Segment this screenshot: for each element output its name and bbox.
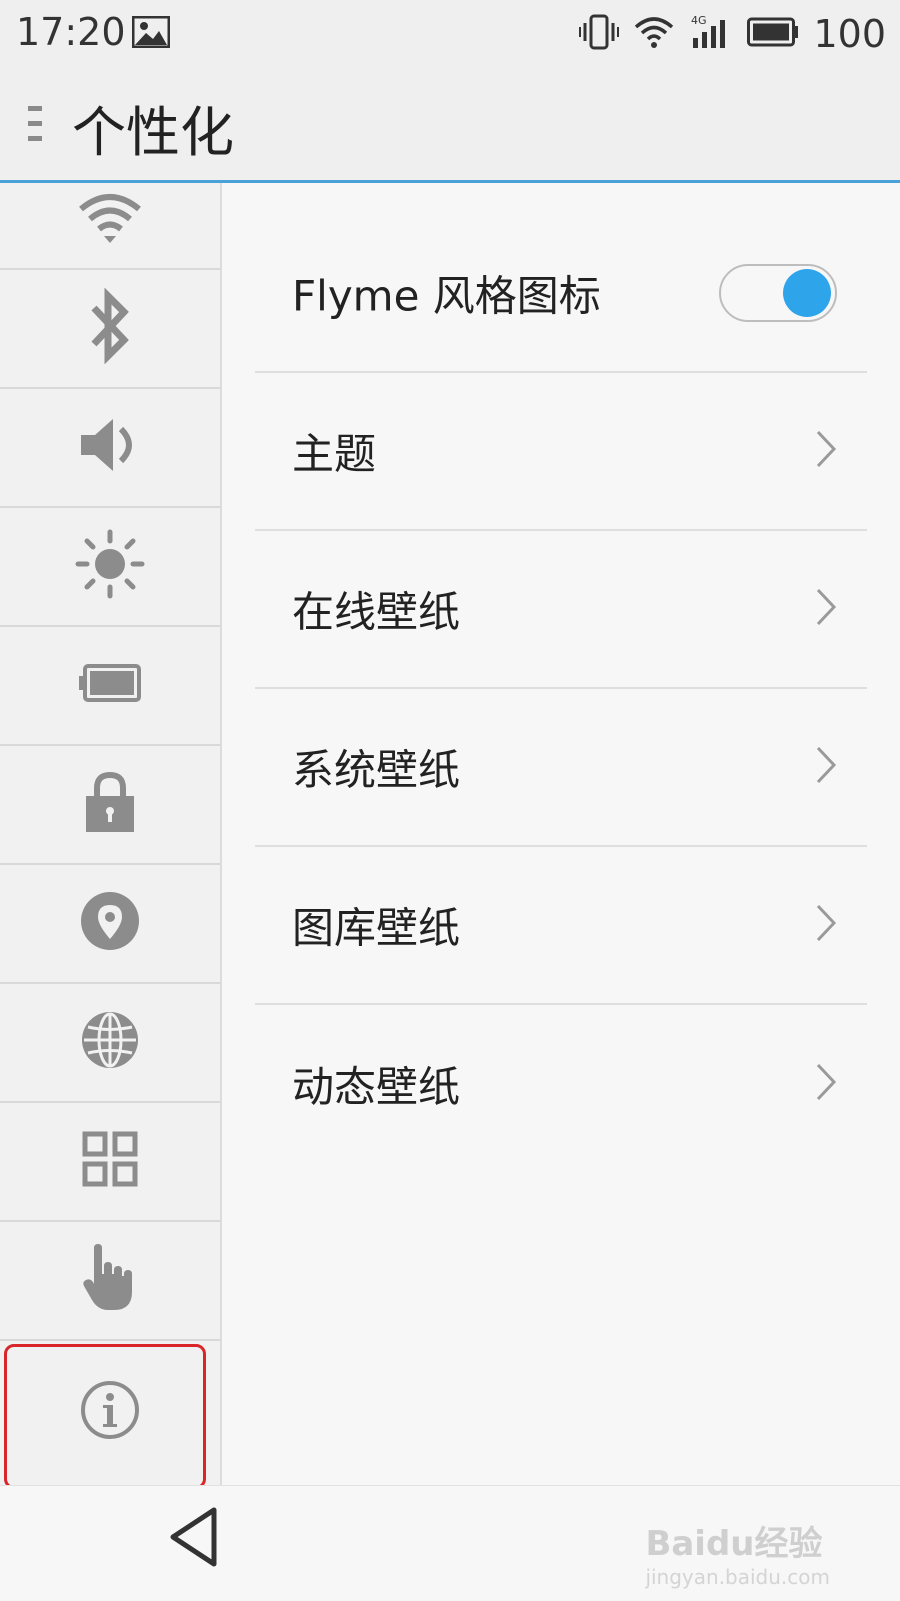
chevron-right-icon xyxy=(815,1062,837,1106)
sidebar-item-bluetooth[interactable] xyxy=(0,268,220,389)
menu-icon[interactable] xyxy=(26,104,44,148)
battery-icon xyxy=(78,663,142,706)
setting-gallery-wallpaper[interactable]: 图库壁纸 xyxy=(255,847,867,1005)
chevron-right-icon xyxy=(815,903,837,947)
wifi-icon xyxy=(77,183,143,251)
watermark-text: Baidu经验 xyxy=(645,1524,823,1564)
status-bar: 17:20 4G 100 xyxy=(0,0,900,68)
network-type-label: 4G xyxy=(691,14,707,27)
cellular-signal-icon: 4G xyxy=(689,14,733,54)
apps-grid-icon xyxy=(82,1131,138,1191)
watermark: Baidu经验 jingyan.baidu.com xyxy=(645,1516,830,1589)
status-icons: 4G 100 xyxy=(579,12,886,56)
header: 个性化 xyxy=(0,68,900,183)
brightness-icon xyxy=(75,529,145,603)
setting-label: 系统壁纸 xyxy=(292,745,461,795)
setting-flyme-icons: Flyme 风格图标 xyxy=(255,215,867,373)
setting-label: Flyme 风格图标 xyxy=(292,271,601,321)
gesture-hand-icon xyxy=(82,1243,138,1316)
toggle-knob xyxy=(783,269,831,317)
globe-icon xyxy=(80,1010,140,1074)
sidebar-item-location[interactable] xyxy=(0,863,220,984)
watermark-subtext: jingyan.baidu.com xyxy=(645,1565,830,1589)
battery-status-icon xyxy=(747,17,799,51)
status-time: 17:20 xyxy=(16,10,126,54)
location-icon xyxy=(80,891,140,955)
sidebar-item-security[interactable] xyxy=(0,744,220,865)
setting-live-wallpaper[interactable]: 动态壁纸 xyxy=(255,1005,867,1163)
setting-label: 图库壁纸 xyxy=(292,903,461,953)
battery-percent: 100 xyxy=(813,12,886,56)
wifi-status-icon xyxy=(633,15,675,53)
image-notification-icon xyxy=(131,15,171,52)
setting-theme[interactable]: 主题 xyxy=(255,373,867,531)
chevron-right-icon xyxy=(815,587,837,631)
setting-label: 在线壁纸 xyxy=(292,587,461,637)
page-title: 个性化 xyxy=(72,101,234,164)
navigation-bar: Baidu经验 jingyan.baidu.com xyxy=(0,1485,900,1601)
setting-online-wallpaper[interactable]: 在线壁纸 xyxy=(255,531,867,689)
sidebar-item-wifi[interactable] xyxy=(0,183,220,270)
highlight-annotation xyxy=(4,1344,206,1489)
flyme-icons-toggle[interactable] xyxy=(719,264,837,322)
sidebar-item-battery[interactable] xyxy=(0,625,220,746)
setting-label: 主题 xyxy=(292,429,377,479)
sidebar-item-display[interactable] xyxy=(0,506,220,627)
chevron-right-icon xyxy=(815,745,837,789)
back-button[interactable] xyxy=(168,1506,220,1572)
setting-system-wallpaper[interactable]: 系统壁纸 xyxy=(255,689,867,847)
lock-icon xyxy=(84,770,136,838)
sidebar-item-language[interactable] xyxy=(0,982,220,1103)
sidebar-item-apps[interactable] xyxy=(0,1101,220,1222)
setting-label: 动态壁纸 xyxy=(292,1062,461,1112)
vibrate-icon xyxy=(579,14,620,54)
settings-list: Flyme 风格图标 主题 在线壁纸 系统壁纸 图库壁纸 动态壁纸 xyxy=(222,183,900,1485)
chevron-right-icon xyxy=(815,429,837,473)
volume-icon xyxy=(79,417,141,477)
back-triangle-icon xyxy=(170,1507,217,1567)
bluetooth-icon xyxy=(88,287,132,368)
sidebar xyxy=(0,183,222,1485)
sidebar-item-gestures[interactable] xyxy=(0,1220,220,1341)
sidebar-item-sound[interactable] xyxy=(0,387,220,508)
